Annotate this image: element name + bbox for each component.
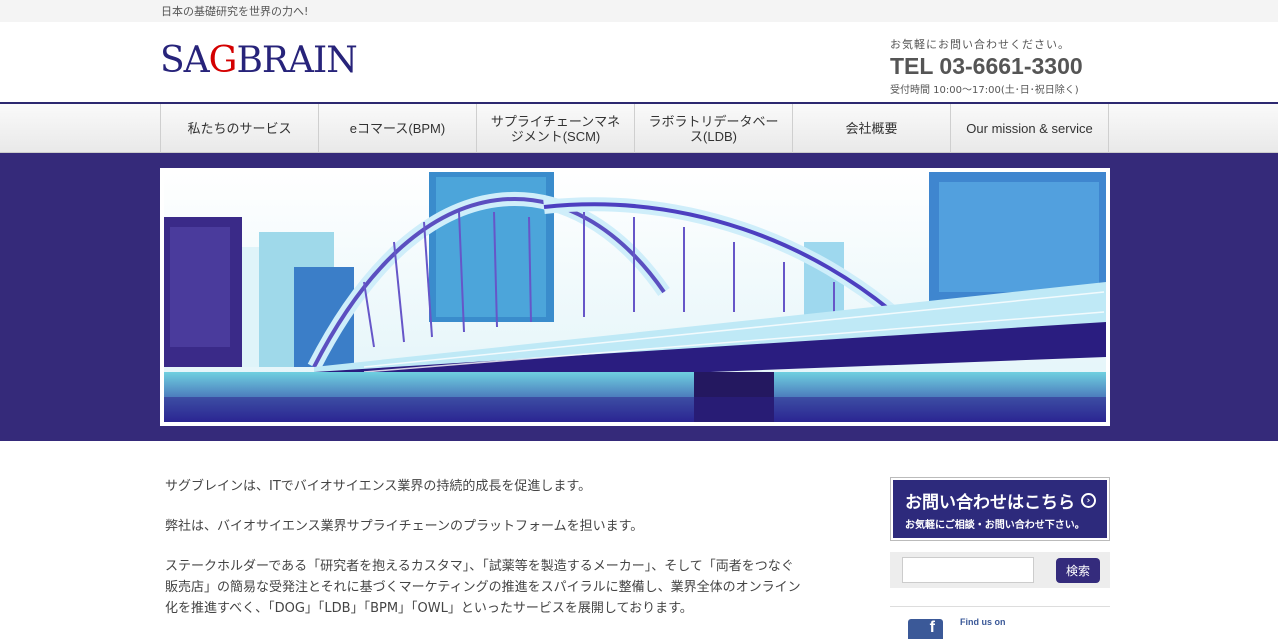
search-widget: 検索 [890,552,1110,588]
business-hours: 受付時間 10:00〜17:00(土･日･祝日除く) [890,85,1079,96]
arrow-circle-icon: › [1081,493,1096,508]
services-paragraph: ステークホルダーである「研究者を抱えるカスタマ」、「試薬等を製造するメーカー」、… [165,559,801,616]
nav-item-ecommerce[interactable]: eコマース(BPM) [319,104,477,153]
main-nav: 私たちのサービス eコマース(BPM) サプライチェーンマネジメント(SCM) … [0,104,1278,153]
contact-banner-subtitle: お気軽にご相談・お問い合わせ下さい。 [905,520,1085,531]
nav-item-company[interactable]: 会社概要 [793,104,951,153]
logo-text-pre: SA [160,40,210,81]
site-logo[interactable]: SAGBRAIN [160,40,358,81]
hero-bridge-image [164,172,1106,422]
main-content: サグブレインは、ITでバイオサイエンス業界の持続的成長を促進します。 弊社は、バ… [165,476,805,638]
search-input[interactable] [902,557,1034,583]
intro-paragraph: サグブレインは、ITでバイオサイエンス業界の持続的成長を促進します。 [165,479,592,494]
nav-item-ldb[interactable]: ラボラトリデータベース(LDB) [635,104,793,153]
nav-item-services[interactable]: 私たちのサービス [161,104,319,153]
facebook-icon: f [908,619,943,639]
logo-text-post: BRAIN [236,40,357,81]
phone-number[interactable]: TEL 03-6661-3300 [890,53,1110,80]
sidebar: お問い合わせはこちら › お気軽にご相談・お問い合わせ下さい。 検索 f Find… [890,477,1110,639]
top-bar: 日本の基礎研究を世界の力へ! [0,0,1278,22]
contact-banner-title: お問い合わせはこちら [905,493,1075,513]
facebook-widget[interactable]: f Find us on [890,606,1110,639]
facebook-label: Find us on [960,617,1006,627]
platform-paragraph: 弊社は、バイオサイエンス業界サプライチェーンのプラットフォームを担います。 [165,519,644,534]
contact-info: お気軽にお問い合わせください。 TEL 03-6661-3300 受付時間 10… [890,36,1110,96]
logo-text-accent: G [208,40,238,81]
nav-item-scm[interactable]: サプライチェーンマネジメント(SCM) [477,104,635,153]
contact-banner[interactable]: お問い合わせはこちら › お気軽にご相談・お問い合わせ下さい。 [890,477,1110,541]
hero-image-frame [160,168,1110,426]
site-header: SAGBRAIN お気軽にお問い合わせください。 TEL 03-6661-330… [0,22,1278,104]
nav-item-mission[interactable]: Our mission & service [951,104,1109,153]
contact-lead: お気軽にお問い合わせください。 [890,38,1070,51]
hero-band [0,153,1278,441]
search-button[interactable]: 検索 [1056,557,1100,583]
tagline: 日本の基礎研究を世界の力へ! [161,5,309,18]
